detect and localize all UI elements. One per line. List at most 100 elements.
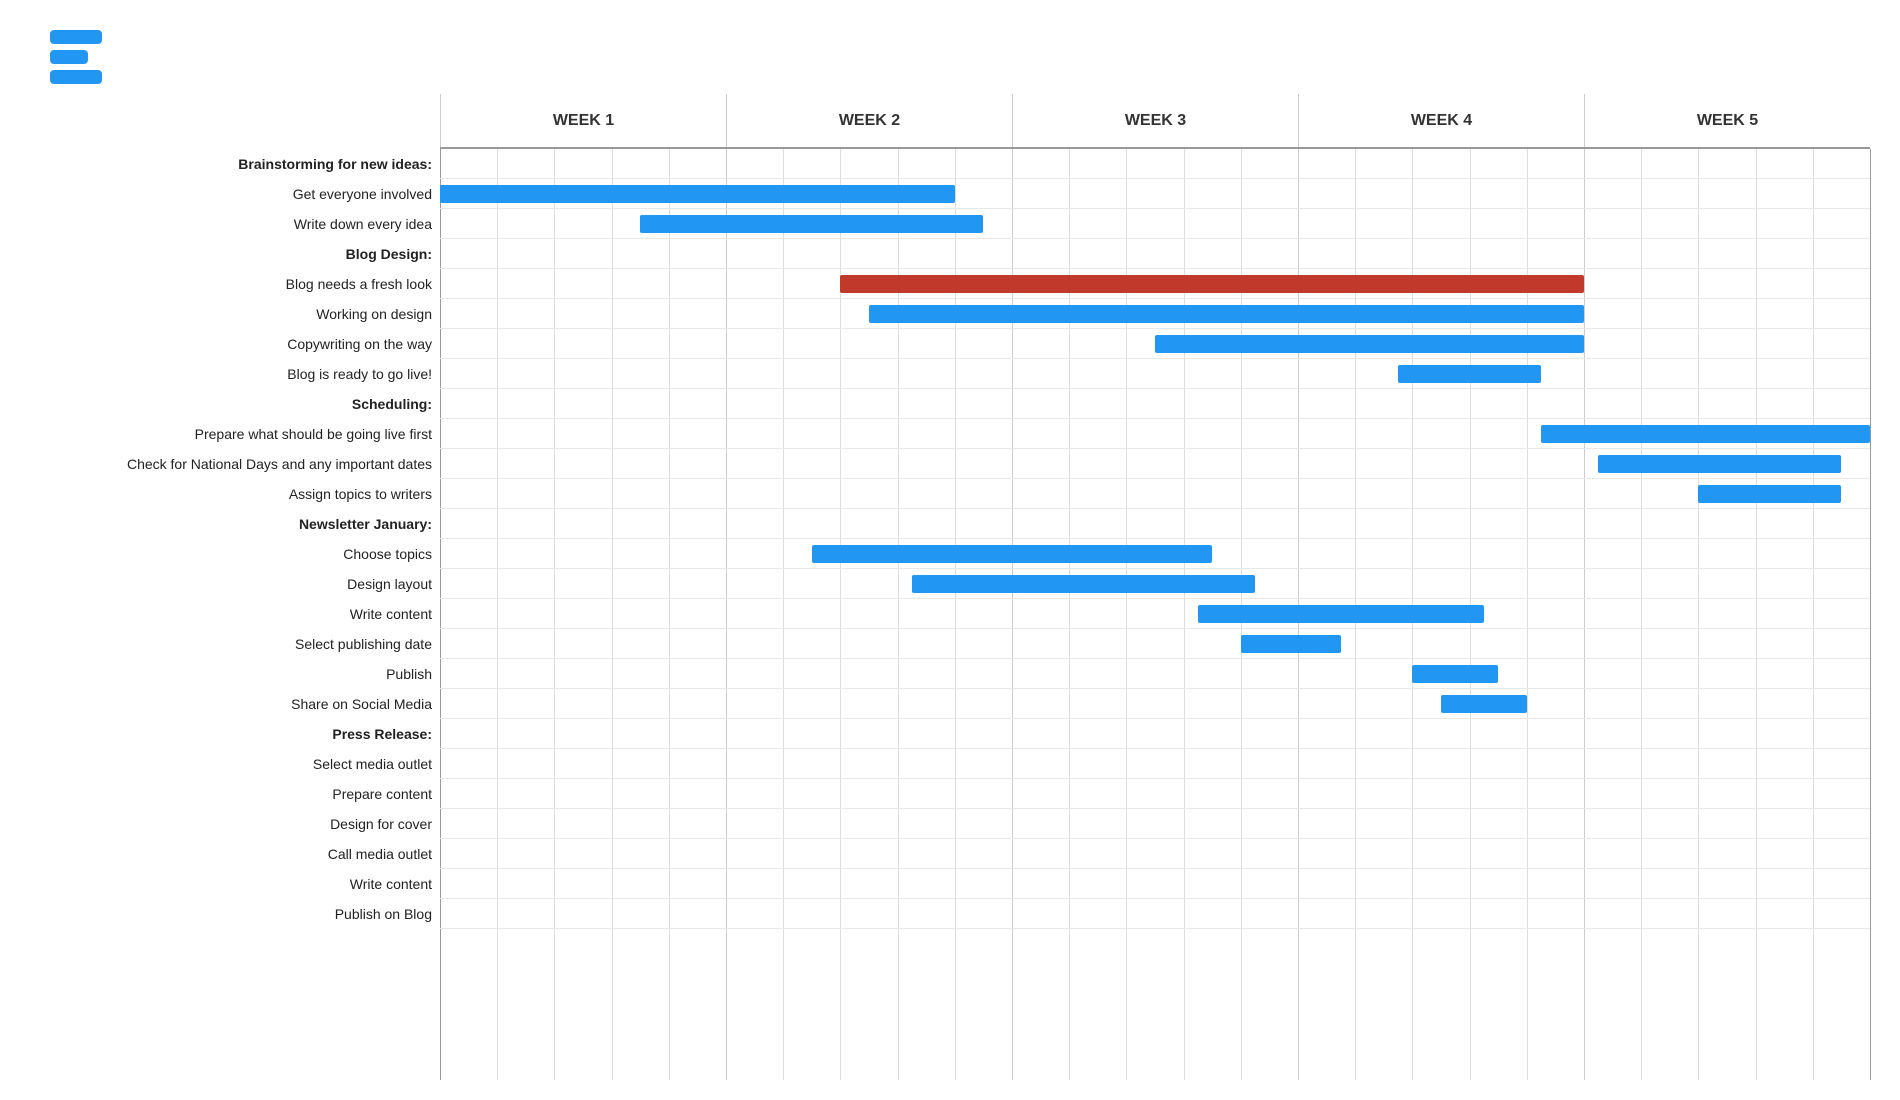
- gantt-rows: [440, 149, 1870, 1080]
- task-row: Design for cover: [30, 809, 440, 839]
- task-row: Choose topics: [30, 539, 440, 569]
- gantt-area: WEEK 1WEEK 2WEEK 3WEEK 4WEEK 5: [440, 94, 1870, 1080]
- gantt-row: [440, 809, 1870, 839]
- gantt-bar: [1398, 365, 1541, 383]
- task-label: Publish on Blog: [335, 906, 432, 922]
- section-header-label: Scheduling:: [352, 396, 432, 412]
- gantt-row: [440, 209, 1870, 239]
- gantt-row: [440, 329, 1870, 359]
- gantt-bar: [1598, 455, 1841, 473]
- week-header-1: WEEK 1: [440, 94, 726, 147]
- gantt-row: [440, 419, 1870, 449]
- task-row: Blog needs a fresh look: [30, 269, 440, 299]
- gantt-row: [440, 599, 1870, 629]
- task-row: Select media outlet: [30, 749, 440, 779]
- week-header-3: WEEK 3: [1012, 94, 1298, 147]
- task-row: Copywriting on the way: [30, 329, 440, 359]
- task-row: Write down every idea: [30, 209, 440, 239]
- gantt-bar: [1155, 335, 1584, 353]
- task-row: Design layout: [30, 569, 440, 599]
- task-label: Call media outlet: [328, 846, 432, 862]
- week-header-placeholder: [30, 94, 440, 149]
- gantt-bar: [840, 275, 1584, 293]
- gantt-row: [440, 539, 1870, 569]
- gantt-row: [440, 719, 1870, 749]
- task-row: Write content: [30, 869, 440, 899]
- task-label: Working on design: [316, 306, 432, 322]
- logo-area: [50, 30, 120, 84]
- task-label: Assign topics to writers: [289, 486, 432, 502]
- task-label: Design for cover: [330, 816, 432, 832]
- week-header-2: WEEK 2: [726, 94, 1012, 147]
- task-label: Get everyone involved: [293, 186, 432, 202]
- gantt-bar: [1241, 635, 1341, 653]
- task-row: Newsletter January:: [30, 509, 440, 539]
- week-headers: WEEK 1WEEK 2WEEK 3WEEK 4WEEK 5: [440, 94, 1870, 149]
- task-row: Publish: [30, 659, 440, 689]
- gantt-row: [440, 269, 1870, 299]
- section-header-label: Press Release:: [332, 726, 432, 742]
- task-label: Write content: [350, 606, 432, 622]
- gantt-row: [440, 869, 1870, 899]
- task-row: Press Release:: [30, 719, 440, 749]
- task-label: Copywriting on the way: [287, 336, 432, 352]
- task-row: Working on design: [30, 299, 440, 329]
- task-label: Write down every idea: [294, 216, 432, 232]
- task-label: Blog needs a fresh look: [286, 276, 432, 292]
- gantt-bar: [869, 305, 1584, 323]
- gantt-row: [440, 359, 1870, 389]
- gantt-bar: [640, 215, 983, 233]
- gantt-bar: [1198, 605, 1484, 623]
- task-row: Blog is ready to go live!: [30, 359, 440, 389]
- gantt-row: [440, 149, 1870, 179]
- task-label: Select media outlet: [313, 756, 432, 772]
- task-row: Select publishing date: [30, 629, 440, 659]
- task-list: Brainstorming for new ideas: Get everyone…: [30, 94, 440, 1080]
- task-row: Blog Design:: [30, 239, 440, 269]
- task-label: Write content: [350, 876, 432, 892]
- section-header-label: Blog Design:: [346, 246, 432, 262]
- gantt-row: [440, 239, 1870, 269]
- gantt-row: [440, 779, 1870, 809]
- gantt-row: [440, 629, 1870, 659]
- header: [0, 0, 1900, 94]
- gantt-bar: [912, 575, 1255, 593]
- logo-bar-1: [50, 30, 102, 44]
- gantt-row: [440, 659, 1870, 689]
- section-header-label: Newsletter January:: [299, 516, 432, 532]
- week-header-4: WEEK 4: [1298, 94, 1584, 147]
- task-row: Call media outlet: [30, 839, 440, 869]
- task-row: Get everyone involved: [30, 179, 440, 209]
- gantt-row: [440, 389, 1870, 419]
- task-label: Prepare content: [332, 786, 432, 802]
- logo-bar-3: [50, 70, 102, 84]
- task-row: Check for National Days and any importan…: [30, 449, 440, 479]
- grid-line-week-5: [1870, 149, 1871, 1080]
- task-row: Assign topics to writers: [30, 479, 440, 509]
- gantt-bar: [1698, 485, 1841, 503]
- task-label: Design layout: [347, 576, 432, 592]
- gantt-row: [440, 179, 1870, 209]
- task-rows: Brainstorming for new ideas: Get everyone…: [30, 149, 440, 929]
- gantt-bar: [1441, 695, 1527, 713]
- task-label: Blog is ready to go live!: [287, 366, 432, 382]
- task-row: Prepare content: [30, 779, 440, 809]
- task-row: Brainstorming for new ideas:: [30, 149, 440, 179]
- logo-icon: [50, 30, 102, 84]
- gantt-row: [440, 479, 1870, 509]
- gantt-row: [440, 689, 1870, 719]
- gantt-row: [440, 749, 1870, 779]
- logo-bar-2: [50, 50, 88, 64]
- task-label: Publish: [386, 666, 432, 682]
- gantt-row: [440, 509, 1870, 539]
- gantt-bar: [812, 545, 1212, 563]
- gantt-row: [440, 899, 1870, 929]
- task-label: Choose topics: [343, 546, 432, 562]
- gantt-row: [440, 449, 1870, 479]
- task-label: Prepare what should be going live first: [195, 426, 432, 442]
- gantt-bar: [440, 185, 955, 203]
- gantt-bar: [1412, 665, 1498, 683]
- week-header-5: WEEK 5: [1584, 94, 1870, 147]
- task-label: Select publishing date: [295, 636, 432, 652]
- task-row: Write content: [30, 599, 440, 629]
